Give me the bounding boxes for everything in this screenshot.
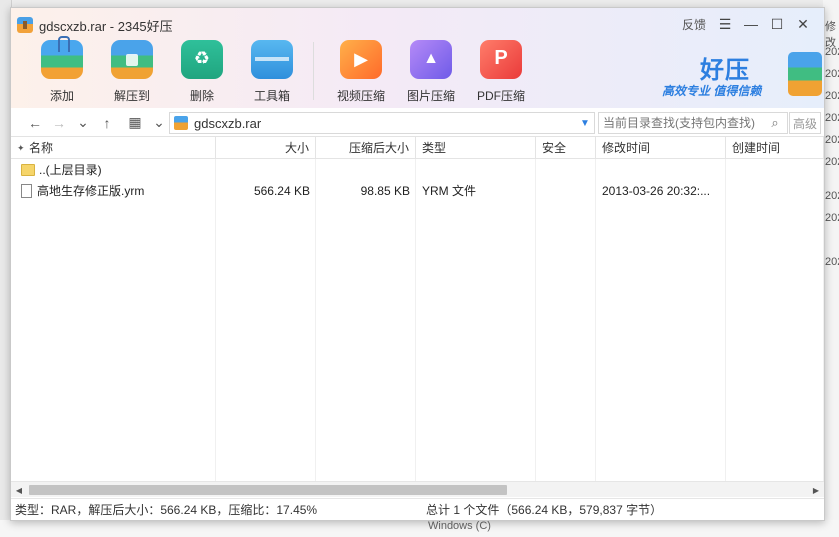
minimize-icon[interactable]: — (738, 14, 764, 34)
video-icon (340, 40, 382, 79)
add-button[interactable]: 添加 (27, 36, 97, 104)
menu-icon[interactable]: ☰ (712, 14, 738, 34)
search-icon[interactable]: ⌕ (765, 115, 785, 131)
forward-arrow-icon[interactable]: → (47, 111, 71, 135)
search-field: ⌕ (598, 112, 788, 134)
column-header-size[interactable]: 大小 (216, 137, 316, 159)
background-bottom: Windows (C) (0, 520, 839, 537)
column-guides (11, 159, 824, 481)
window-header: gdscxzb.rar - 2345好压 反馈 ☰ — ☐ ✕ 添加 解压到 删… (11, 8, 824, 108)
column-header-name[interactable]: ✦ 名称 (11, 137, 216, 159)
window-title: gdscxzb.rar - 2345好压 (39, 18, 173, 34)
file-list: ✦ 名称 大小 压缩后大小 类型 安全 修改时间 创建时间 ..(上层目录) 高地… (11, 137, 824, 481)
brand-logo: 好压 高效专业 值得信赖 (662, 48, 822, 104)
background-text: 202 (825, 112, 839, 124)
extract-label: 解压到 (113, 89, 150, 103)
brand-slogan: 高效专业 值得信赖 (662, 84, 762, 98)
file-total: 总计 1 个文件（566.24 KB，579,837 字节） (426, 503, 663, 517)
feedback-button[interactable]: 反馈 (676, 14, 712, 34)
extract-button[interactable]: 解压到 (97, 40, 167, 104)
archive-window: gdscxzb.rar - 2345好压 反馈 ☰ — ☐ ✕ 添加 解压到 删… (10, 7, 825, 521)
background-text: 202 (825, 190, 839, 202)
pdf-compress-label: PDF压缩 (476, 89, 525, 103)
background-text: 202 (825, 90, 839, 102)
scrollbar-thumb[interactable] (29, 485, 507, 495)
path-field[interactable]: gdscxzb.rar ▼ (169, 112, 595, 134)
list-item[interactable]: 高地生存修正版.yrm 566.24 KB 98.85 KB YRM 文件 20… (11, 180, 824, 201)
toolbox-icon (251, 40, 293, 79)
toolbar-divider (313, 42, 314, 100)
folder-icon (21, 163, 35, 176)
delete-button[interactable]: 删除 (167, 40, 237, 104)
item-modified: 2013-03-26 20:32:... (602, 183, 711, 198)
item-packed-size: 98.85 KB (360, 183, 410, 198)
image-icon (410, 40, 452, 79)
list-item[interactable]: ..(上层目录) (11, 159, 824, 180)
main-toolbar: 添加 解压到 删除 工具箱 视频压缩 图片压缩 (27, 36, 536, 104)
column-header-type[interactable]: 类型 (416, 137, 536, 159)
background-text: 202 (825, 256, 839, 268)
video-compress-label: 视频压缩 (336, 89, 385, 103)
toolbox-button[interactable]: 工具箱 (237, 40, 307, 104)
path-text: gdscxzb.rar (194, 115, 262, 131)
item-size: 566.24 KB (253, 183, 310, 198)
brand-logo-icon (788, 52, 822, 96)
archive-add-icon (41, 36, 83, 79)
path-dropdown-icon[interactable]: ▼ (576, 118, 594, 129)
column-header-packed-size[interactable]: 压缩后大小 (316, 137, 416, 159)
column-header-security[interactable]: 安全 (536, 137, 596, 159)
horizontal-scrollbar[interactable]: ◀ ▶ (11, 481, 824, 497)
background-text: 202 (825, 68, 839, 80)
background-text: 202 (825, 134, 839, 146)
app-icon (17, 17, 33, 33)
column-header-row: ✦ 名称 大小 压缩后大小 类型 安全 修改时间 创建时间 (11, 137, 824, 159)
brand-name: 好压 (700, 57, 750, 84)
image-compress-label: 图片压缩 (406, 89, 455, 103)
back-arrow-icon[interactable]: ← (23, 111, 47, 135)
delete-label: 删除 (189, 89, 214, 103)
archive-extract-icon (111, 40, 153, 79)
add-label: 添加 (49, 89, 74, 103)
history-dropdown-icon[interactable]: ⌄ (71, 111, 95, 135)
advanced-search-button[interactable]: 高级 (789, 112, 821, 134)
column-header-created[interactable]: 创建时间 (726, 137, 824, 159)
background-right-panel: 修改 202 202 202 202 202 202 202 202 202 (823, 0, 839, 537)
title-bar: gdscxzb.rar - 2345好压 (17, 16, 173, 34)
status-bar: 类型：RAR，解压后大小：566.24 KB，压缩比：17.45% 总计 1 个… (11, 498, 824, 520)
background-text: Windows (C) (428, 520, 491, 532)
item-type: YRM 文件 (422, 184, 477, 198)
item-name: 高地生存修正版.yrm (37, 184, 145, 198)
search-input[interactable] (599, 116, 765, 130)
column-header-modified[interactable]: 修改时间 (596, 137, 726, 159)
file-icon (21, 183, 32, 198)
item-name: ..(上层目录) (39, 163, 102, 177)
close-icon[interactable]: ✕ (790, 14, 816, 34)
background-text: 202 (825, 212, 839, 224)
sort-icon: ✦ (17, 143, 25, 153)
maximize-icon[interactable]: ☐ (764, 14, 790, 34)
scroll-right-icon[interactable]: ▶ (808, 482, 824, 498)
scroll-left-icon[interactable]: ◀ (11, 482, 27, 498)
video-compress-button[interactable]: 视频压缩 (326, 40, 396, 104)
view-mode-icon[interactable]: ▦ (123, 111, 147, 135)
archive-info: 类型：RAR，解压后大小：566.24 KB，压缩比：17.45% (15, 503, 318, 517)
address-bar: ← → ⌄ ↑ ▦ ⌄ gdscxzb.rar ▼ ⌕ 高级 (11, 109, 824, 137)
toolbox-label: 工具箱 (253, 89, 290, 103)
archive-icon (174, 116, 188, 130)
recycle-bin-icon (181, 40, 223, 79)
up-arrow-icon[interactable]: ↑ (95, 111, 119, 135)
background-text: 202 (825, 156, 839, 168)
background-text: 202 (825, 46, 839, 58)
image-compress-button[interactable]: 图片压缩 (396, 40, 466, 104)
view-mode-dropdown-icon[interactable]: ⌄ (147, 111, 171, 135)
pdf-icon (480, 40, 522, 79)
pdf-compress-button[interactable]: PDF压缩 (466, 40, 536, 104)
window-controls: 反馈 ☰ — ☐ ✕ (676, 14, 816, 34)
